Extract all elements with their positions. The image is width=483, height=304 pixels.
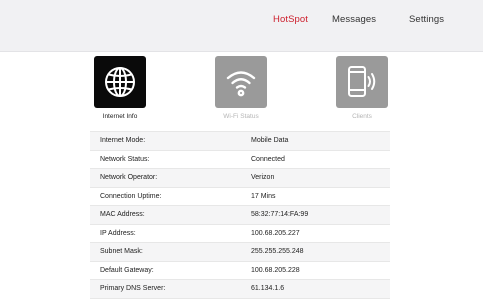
clients-label: Clients: [352, 113, 372, 120]
table-row: MAC Address: 58:32:77:14:FA:99: [90, 206, 390, 225]
row-value: 255.255.255.248: [251, 248, 304, 256]
row-value: 58:32:77:14:FA:99: [251, 211, 309, 219]
table-row: Default Gateway: 100.68.205.228: [90, 261, 390, 280]
row-key: MAC Address:: [100, 211, 145, 219]
table-row: Connection Uptime: 17 Mins: [90, 187, 390, 206]
table-row: IP Address: 100.68.205.227: [90, 224, 390, 243]
row-key: Default Gateway:: [100, 266, 154, 274]
row-value: 17 Mins: [251, 192, 276, 200]
row-key: Internet Mode:: [100, 137, 146, 145]
row-key: Primary DNS Server:: [100, 285, 166, 293]
row-value: Mobile Data: [251, 137, 289, 145]
table-row: Primary DNS Server: 61.134.1.6: [90, 280, 390, 299]
table-row: Network Operator: Verizon: [90, 169, 390, 188]
row-value: Connected: [251, 155, 285, 163]
row-value: 100.68.205.228: [251, 266, 300, 274]
globe-icon: [105, 67, 135, 97]
wifi-status-label: Wi-Fi Status: [223, 113, 259, 120]
internet-info-table: Internet Mode: Mobile Data Network Statu…: [90, 131, 390, 299]
table-row: Internet Mode: Mobile Data: [90, 132, 390, 151]
row-key: IP Address:: [100, 229, 136, 237]
row-key: Network Operator:: [100, 174, 158, 182]
row-value: 61.134.1.6: [251, 285, 285, 293]
row-value: 100.68.205.227: [251, 229, 300, 237]
nav-messages[interactable]: Messages: [332, 14, 376, 25]
row-key: Network Status:: [100, 155, 150, 163]
table-row: Network Status: Connected: [90, 150, 390, 169]
row-key: Connection Uptime:: [100, 192, 162, 200]
clients-tile[interactable]: [336, 56, 388, 108]
row-key: Subnet Mask:: [100, 248, 143, 256]
row-value: Verizon: [251, 174, 275, 182]
top-navigation-bar: HotSpot Messages Settings: [0, 0, 483, 52]
nav-settings[interactable]: Settings: [409, 14, 444, 25]
phone-signal-icon: [348, 66, 376, 97]
wifi-icon: [226, 71, 256, 97]
table-row: Subnet Mask: 255.255.255.248: [90, 243, 390, 262]
internet-info-label: Internet Info: [102, 113, 138, 120]
internet-info-tile[interactable]: [94, 56, 146, 108]
nav-hotspot[interactable]: HotSpot: [273, 14, 308, 25]
wifi-status-tile[interactable]: [215, 56, 267, 108]
hotspot-page: HotSpot Messages Settings Internet Info: [0, 0, 483, 304]
